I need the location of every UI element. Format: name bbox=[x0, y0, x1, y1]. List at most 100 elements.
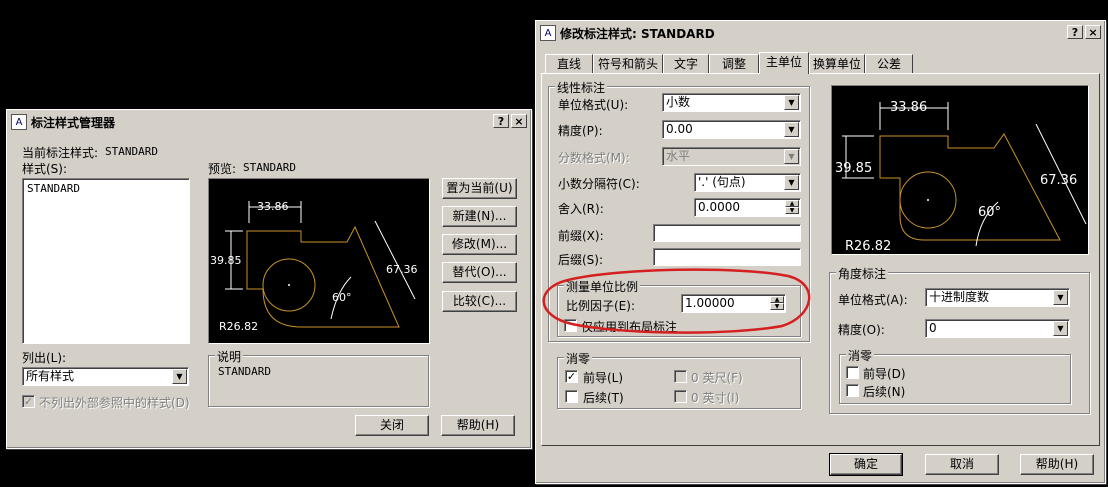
list-filter-value: 所有样式 bbox=[26, 369, 75, 383]
title-bar[interactable]: A 标注样式管理器 ? × bbox=[9, 112, 529, 132]
linear-dimensions-title: 线性标注 bbox=[555, 79, 608, 96]
chevron-down-icon[interactable]: ▼ bbox=[784, 175, 799, 190]
help-button[interactable]: 帮助(H) bbox=[441, 415, 515, 436]
leading-zero-checkbox[interactable]: ✓ bbox=[565, 370, 578, 383]
tab-symbols-arrows[interactable]: 符号和箭头 bbox=[593, 54, 663, 73]
style-list-item[interactable]: STANDARD bbox=[27, 182, 189, 195]
angular-zero-title: 消零 bbox=[846, 347, 875, 364]
current-style-value: STANDARD bbox=[105, 145, 158, 158]
modify-style-button[interactable]: 修改(M)... bbox=[442, 234, 517, 255]
compare-style-button[interactable]: 比较(C)... bbox=[442, 291, 517, 312]
suffix-input[interactable] bbox=[653, 248, 801, 266]
preview-dim-radius: R26.82 bbox=[845, 239, 891, 254]
angular-unit-format-label: 单位格式(A): bbox=[838, 293, 908, 307]
close-title-button[interactable]: × bbox=[1085, 25, 1101, 39]
tab-fit[interactable]: 调整 bbox=[709, 54, 759, 73]
chevron-down-icon[interactable]: ▼ bbox=[784, 95, 799, 110]
preview-dim-left: 39.85 bbox=[835, 161, 872, 176]
spin-up-icon[interactable]: ▲ bbox=[785, 200, 799, 207]
tab-alternate-units[interactable]: 换算单位 bbox=[809, 54, 865, 73]
angular-leading-checkbox[interactable] bbox=[846, 366, 859, 379]
unit-format-label: 单位格式(U): bbox=[558, 98, 629, 112]
app-icon: A bbox=[11, 114, 27, 130]
angular-trailing-checkbox[interactable] bbox=[846, 384, 859, 397]
angular-precision-select[interactable]: 0 ▼ bbox=[925, 319, 1070, 338]
chevron-down-icon[interactable]: ▼ bbox=[1053, 290, 1068, 305]
current-style-label: 当前标注样式: bbox=[22, 146, 99, 160]
angular-precision-value: 0 bbox=[929, 321, 937, 335]
precision-value: 0.00 bbox=[666, 122, 693, 136]
trailing-zero-label: 后续(T) bbox=[583, 391, 624, 405]
preview-dim-top: 33.86 bbox=[257, 200, 289, 213]
new-style-button[interactable]: 新建(N)... bbox=[442, 206, 517, 227]
precision-label: 精度(P): bbox=[558, 124, 603, 138]
help-title-button[interactable]: ? bbox=[1067, 25, 1083, 39]
preview-dim-angle: 60° bbox=[978, 205, 1001, 220]
tab-text[interactable]: 文字 bbox=[663, 54, 709, 73]
list-label: 列出(L): bbox=[22, 351, 67, 365]
zero-suppression-title: 消零 bbox=[564, 350, 593, 367]
chevron-down-icon[interactable]: ▼ bbox=[784, 149, 799, 164]
description-value: STANDARD bbox=[218, 365, 271, 378]
angular-trailing-label: 后续(N) bbox=[863, 385, 906, 399]
tab-tolerances[interactable]: 公差 bbox=[865, 54, 913, 73]
leading-zero-label: 前导(L) bbox=[583, 371, 624, 385]
preview-dim-radius: R26.82 bbox=[219, 320, 258, 333]
styles-list[interactable]: STANDARD bbox=[22, 178, 190, 344]
angular-unit-format-value: 十进制度数 bbox=[929, 290, 990, 304]
prefix-input[interactable] bbox=[653, 224, 801, 242]
help-title-button[interactable]: ? bbox=[493, 114, 509, 128]
set-current-button[interactable]: 置为当前(U) bbox=[442, 178, 517, 199]
preview-drawing: 33.86 39.85 67.36 60° R26.82 bbox=[210, 200, 418, 333]
chevron-down-icon[interactable]: ▼ bbox=[1053, 321, 1068, 336]
round-off-value: 0.0000 bbox=[698, 200, 740, 214]
fraction-format-value: 水平 bbox=[666, 149, 691, 163]
list-filter-select[interactable]: 所有样式 ▼ bbox=[22, 367, 189, 386]
title-bar[interactable]: A 修改标注样式: STANDARD ? × bbox=[538, 23, 1103, 43]
preview-dim-right: 67.36 bbox=[386, 263, 418, 276]
angular-unit-format-select[interactable]: 十进制度数 ▼ bbox=[925, 288, 1070, 307]
modify-preview: 33.86 39.85 67.36 60° R26.82 bbox=[831, 85, 1089, 255]
preview-dim-angle: 60° bbox=[332, 291, 352, 304]
prefix-label: 前缀(X): bbox=[558, 229, 604, 243]
zero-feet-label: 0 英尺(F) bbox=[691, 371, 743, 385]
close-button[interactable]: 关闭 bbox=[355, 415, 429, 436]
close-title-button[interactable]: × bbox=[511, 114, 527, 128]
override-style-button[interactable]: 替代(O)... bbox=[442, 262, 517, 283]
unit-format-select[interactable]: 小数 ▼ bbox=[662, 93, 801, 112]
preview-drawing: 33.86 39.85 67.36 60° R26.82 bbox=[835, 100, 1087, 254]
app-icon: A bbox=[540, 25, 556, 41]
fraction-format-select[interactable]: 水平 ▼ bbox=[662, 147, 801, 166]
zero-feet-checkbox[interactable] bbox=[674, 370, 687, 383]
cancel-button[interactable]: 取消 bbox=[925, 454, 999, 475]
preview-dim-right: 67.36 bbox=[1040, 173, 1077, 188]
ok-button[interactable]: 确定 bbox=[829, 453, 903, 476]
zero-inches-checkbox[interactable] bbox=[674, 390, 687, 403]
preview-label: 预览: bbox=[208, 162, 237, 176]
angular-leading-label: 前导(D) bbox=[863, 367, 906, 381]
styles-label: 样式(S): bbox=[22, 162, 68, 176]
window-title: 标注样式管理器 bbox=[31, 115, 116, 130]
tab-lines[interactable]: 直线 bbox=[545, 54, 593, 73]
decimal-separator-value: '.' (句点) bbox=[698, 175, 746, 189]
chevron-down-icon[interactable]: ▼ bbox=[172, 369, 187, 384]
round-off-spinner[interactable]: 0.0000 ▲ ▼ bbox=[694, 198, 801, 217]
angular-precision-label: 精度(O): bbox=[838, 323, 885, 337]
decimal-separator-select[interactable]: '.' (句点) ▼ bbox=[694, 173, 801, 192]
round-off-label: 舍入(R): bbox=[558, 202, 604, 216]
unit-format-value: 小数 bbox=[666, 95, 691, 109]
help-button[interactable]: 帮助(H) bbox=[1020, 454, 1094, 475]
window-title: 修改标注样式: STANDARD bbox=[560, 26, 715, 41]
precision-select[interactable]: 0.00 ▼ bbox=[662, 120, 801, 139]
trailing-zero-checkbox[interactable] bbox=[565, 390, 578, 403]
fraction-format-label: 分数格式(M): bbox=[558, 151, 630, 165]
spin-down-icon[interactable]: ▼ bbox=[785, 207, 799, 214]
preview-dim-left: 39.85 bbox=[210, 254, 242, 267]
highlight-ellipse bbox=[542, 268, 811, 334]
xref-checkbox[interactable]: ✓ bbox=[22, 395, 35, 408]
preview-style-value: STANDARD bbox=[243, 161, 296, 174]
tab-primary-units[interactable]: 主单位 bbox=[759, 52, 809, 74]
chevron-down-icon[interactable]: ▼ bbox=[784, 122, 799, 137]
manager-preview: 33.86 39.85 67.36 60° R26.82 bbox=[208, 178, 430, 344]
description-label: 说明 bbox=[215, 348, 244, 365]
